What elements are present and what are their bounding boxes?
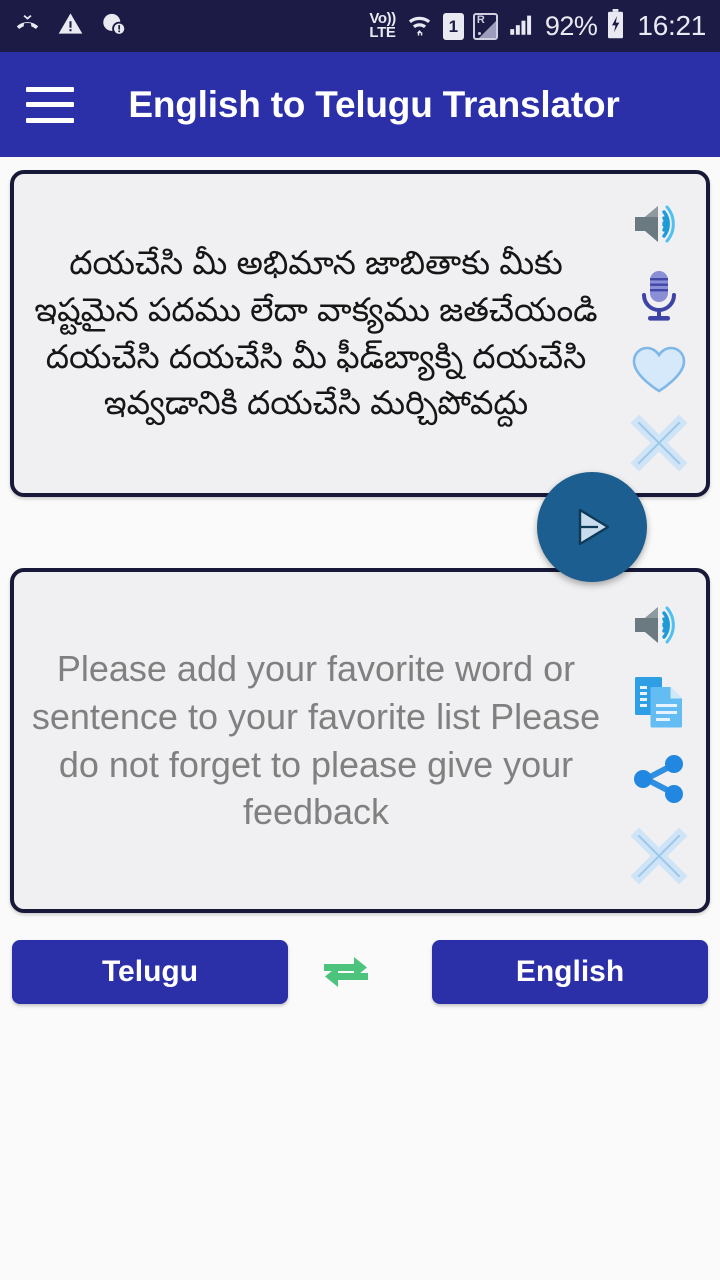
speaker-icon[interactable] — [628, 193, 690, 255]
target-text-area[interactable]: Please add your favorite word or sentenc… — [14, 572, 612, 909]
status-bar-left-icons — [14, 10, 127, 42]
hamburger-bar — [26, 117, 74, 123]
translator-app-screen: Vo)) LTE 1 R 92% 16:21 English to Telugu… — [0, 0, 720, 1280]
hamburger-bar — [26, 86, 74, 92]
alert-info-icon — [100, 10, 127, 42]
volte-bottom-label: LTE — [369, 24, 396, 41]
target-action-rail — [612, 572, 706, 909]
microphone-icon[interactable] — [628, 266, 690, 328]
battery-charging-icon — [606, 8, 625, 44]
status-bar: Vo)) LTE 1 R 92% 16:21 — [0, 0, 720, 52]
swap-languages-button[interactable] — [310, 940, 382, 1004]
send-icon — [578, 508, 610, 546]
language-selector-bar: Telugu English — [0, 936, 720, 1008]
target-language-button[interactable]: English — [432, 940, 708, 1004]
target-text[interactable]: Please add your favorite word or sentenc… — [28, 645, 604, 837]
speaker-icon[interactable] — [628, 594, 690, 656]
copy-documents-icon[interactable] — [628, 671, 690, 733]
share-icon[interactable] — [628, 748, 690, 810]
hamburger-menu-icon[interactable] — [26, 86, 74, 123]
heart-icon[interactable] — [628, 339, 690, 401]
roaming-triangle — [478, 20, 496, 38]
close-x-icon[interactable] — [628, 412, 690, 474]
sim-card-icon: 1 — [442, 12, 464, 40]
hamburger-bar — [26, 102, 74, 107]
source-text-card[interactable]: దయచేసి మీ అభిమాన జాబితాకు మీకు ఇష్టమైన ప… — [10, 170, 710, 497]
source-text-area[interactable]: దయచేసి మీ అభిమాన జాబితాకు మీకు ఇష్టమైన ప… — [14, 174, 612, 493]
source-action-rail — [612, 174, 706, 493]
status-bar-right-icons: Vo)) LTE 1 R 92% 16:21 — [369, 8, 706, 44]
page-title: English to Telugu Translator — [128, 83, 620, 125]
wifi-icon — [405, 9, 434, 43]
translate-send-button[interactable] — [537, 472, 647, 582]
volte-icon: Vo)) LTE — [369, 11, 396, 41]
app-bar: English to Telugu Translator — [0, 52, 720, 157]
source-language-button[interactable]: Telugu — [12, 940, 288, 1004]
source-text[interactable]: దయచేసి మీ అభిమాన జాబితాకు మీకు ఇష్టమైన ప… — [28, 240, 604, 427]
clock-label: 16:21 — [637, 10, 706, 41]
roaming-indicator-icon: R — [472, 12, 498, 40]
signal-bars-icon — [507, 10, 536, 42]
missed-call-icon — [14, 10, 41, 42]
warning-triangle-icon — [57, 10, 84, 42]
battery-percent-label: 92% — [544, 10, 598, 41]
roaming-dot — [477, 31, 481, 35]
close-x-icon[interactable] — [628, 825, 690, 887]
target-text-card[interactable]: Please add your favorite word or sentenc… — [10, 568, 710, 913]
swap-arrows-icon — [324, 957, 368, 987]
